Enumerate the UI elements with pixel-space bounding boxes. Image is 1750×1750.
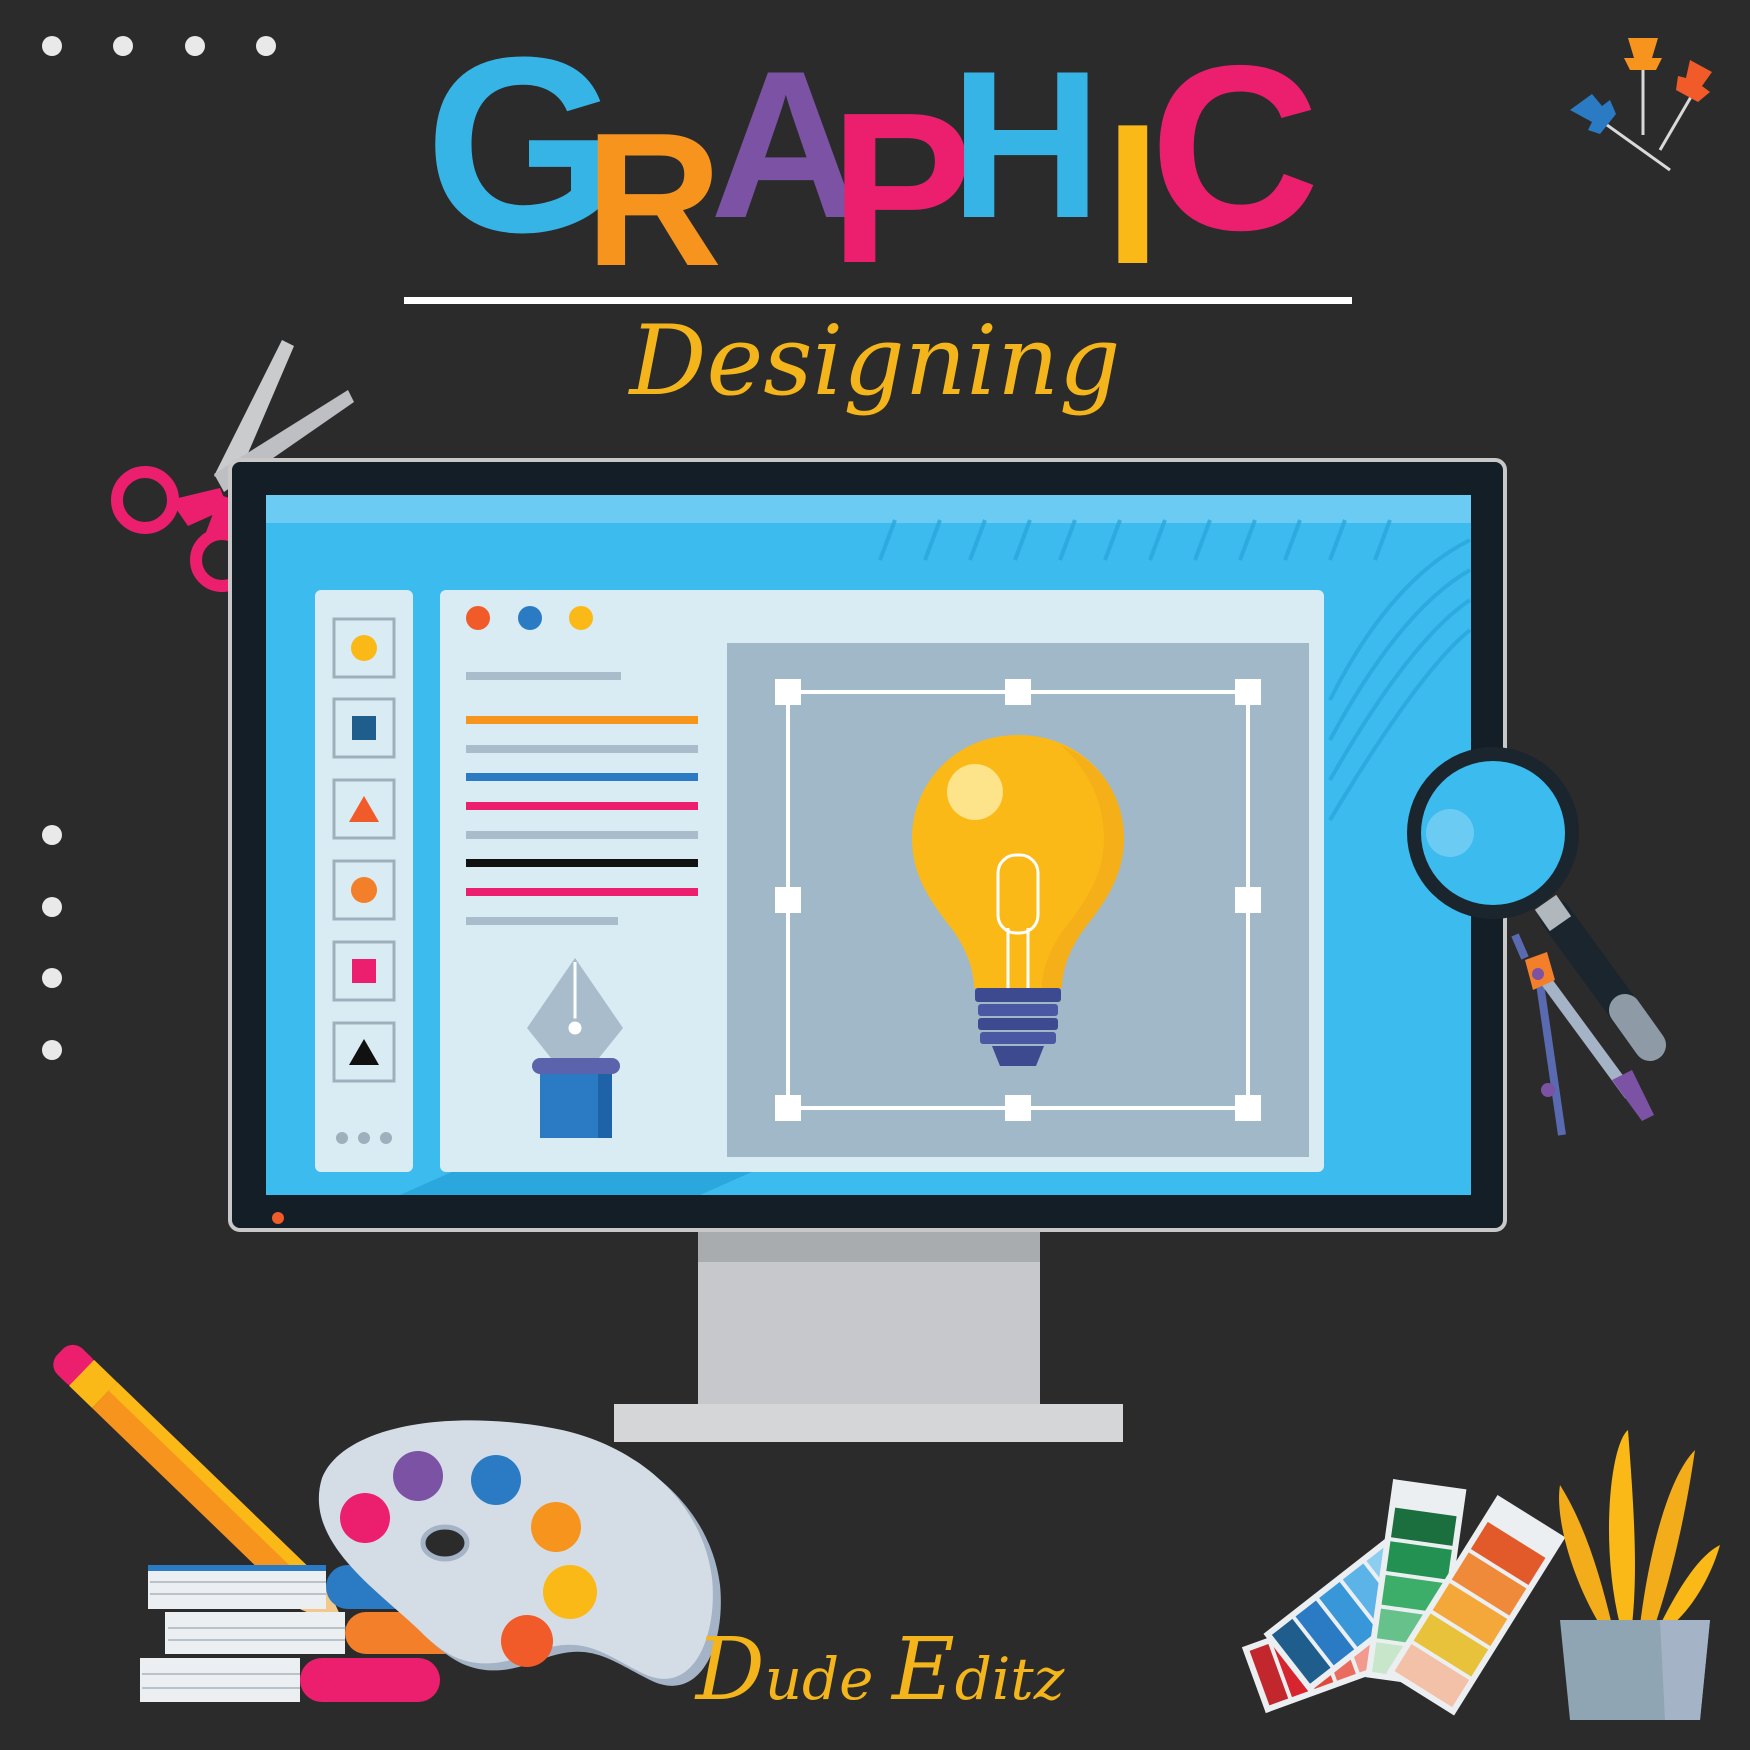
plant-pot-icon xyxy=(1559,1430,1720,1720)
tool-panel xyxy=(315,590,413,1172)
brand-signature: Dude Editz xyxy=(680,1620,1080,1720)
illustration xyxy=(53,38,1720,1720)
push-pins-icon xyxy=(1570,38,1712,172)
brand-text: ude xyxy=(764,1645,874,1713)
brand-initial: E xyxy=(891,1620,955,1720)
brand-initial: D xyxy=(695,1620,765,1720)
color-swatch-icon xyxy=(1241,1479,1566,1716)
brand-text: ditz xyxy=(954,1645,1065,1713)
editor-window xyxy=(440,590,1324,1172)
